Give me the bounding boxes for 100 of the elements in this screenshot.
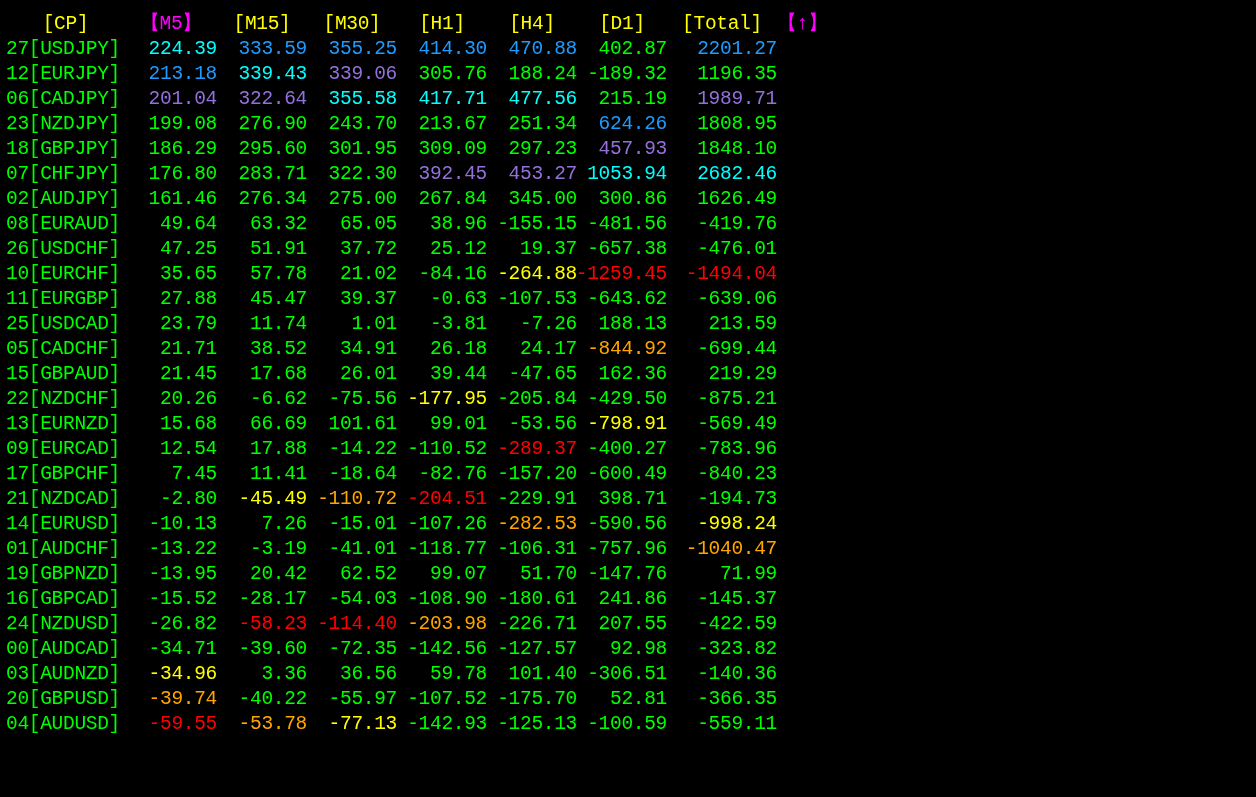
value-cell: 92.98 xyxy=(610,638,667,661)
column-header[interactable]: [M30] xyxy=(323,13,381,36)
value-cell: -107.26 xyxy=(407,513,487,536)
value-cell: -1494.04 xyxy=(685,263,777,286)
value-cell: 66.69 xyxy=(250,413,307,436)
value-cell: 243.70 xyxy=(328,113,397,136)
value-cell: -110.52 xyxy=(407,438,487,461)
value-cell: 339.43 xyxy=(238,63,307,86)
value-cell: -41.01 xyxy=(328,538,397,561)
value-cell: 39.37 xyxy=(340,288,397,311)
value-cell: 309.09 xyxy=(418,138,487,161)
value-cell: -657.38 xyxy=(587,238,667,261)
value-cell: 267.84 xyxy=(418,188,487,211)
value-cell: 1626.49 xyxy=(697,188,777,211)
value-cell: -875.21 xyxy=(697,388,777,411)
value-cell: 188.13 xyxy=(598,313,667,336)
column-header[interactable]: [M15] xyxy=(233,13,291,36)
value-cell: 251.34 xyxy=(508,113,577,136)
value-cell: -203.98 xyxy=(407,613,487,636)
value-cell: -114.40 xyxy=(317,613,397,636)
pair-label: 20[GBPUSD] xyxy=(6,688,121,711)
value-cell: -0.63 xyxy=(430,288,487,311)
value-cell: -15.01 xyxy=(328,513,397,536)
value-cell: -54.03 xyxy=(328,588,397,611)
value-cell: 398.71 xyxy=(598,488,667,511)
value-cell: 12.54 xyxy=(160,438,217,461)
value-cell: -783.96 xyxy=(697,438,777,461)
value-cell: 402.87 xyxy=(598,38,667,61)
value-cell: 1848.10 xyxy=(697,138,777,161)
value-cell: -559.11 xyxy=(697,713,777,736)
value-cell: -39.74 xyxy=(148,688,217,711)
value-cell: -10.13 xyxy=(148,513,217,536)
value-cell: 241.86 xyxy=(598,588,667,611)
value-cell: 392.45 xyxy=(418,163,487,186)
value-cell: 39.44 xyxy=(430,363,487,386)
value-cell: 11.74 xyxy=(250,313,307,336)
value-cell: 355.58 xyxy=(328,88,397,111)
column-header[interactable]: [Total] xyxy=(682,13,762,36)
value-cell: 414.30 xyxy=(418,38,487,61)
value-cell: -306.51 xyxy=(587,663,667,686)
pair-label: 08[EURAUD] xyxy=(6,213,121,236)
pair-label: 24[NZDUSD] xyxy=(6,613,121,636)
value-cell: 19.37 xyxy=(520,238,577,261)
value-cell: 275.00 xyxy=(328,188,397,211)
column-header[interactable]: [H4] xyxy=(509,13,555,36)
value-cell: -75.56 xyxy=(328,388,397,411)
value-cell: -34.96 xyxy=(148,663,217,686)
value-cell: -6.62 xyxy=(250,388,307,411)
value-cell: 63.32 xyxy=(250,213,307,236)
value-cell: 305.76 xyxy=(418,63,487,86)
value-cell: -3.81 xyxy=(430,313,487,336)
value-cell: -106.31 xyxy=(497,538,577,561)
value-cell: 37.72 xyxy=(340,238,397,261)
column-header[interactable]: [D1] xyxy=(599,13,645,36)
value-cell: 35.65 xyxy=(160,263,217,286)
value-cell: 283.71 xyxy=(238,163,307,186)
value-cell: 26.01 xyxy=(340,363,397,386)
value-cell: 24.17 xyxy=(520,338,577,361)
pair-label: 23[NZDJPY] xyxy=(6,113,121,136)
value-cell: -34.71 xyxy=(148,638,217,661)
value-cell: -55.97 xyxy=(328,688,397,711)
pair-label: 02[AUDJPY] xyxy=(6,188,121,211)
value-cell: -481.56 xyxy=(587,213,667,236)
pair-label: 09[EURCAD] xyxy=(6,438,121,461)
value-cell: 1989.71 xyxy=(697,88,777,111)
value-cell: 1808.95 xyxy=(697,113,777,136)
value-cell: 162.36 xyxy=(598,363,667,386)
value-cell: -107.52 xyxy=(407,688,487,711)
column-header[interactable]: [CP] xyxy=(42,13,89,36)
value-cell: 23.79 xyxy=(160,313,217,336)
column-header[interactable]: [H1] xyxy=(419,13,465,36)
value-cell: 45.47 xyxy=(250,288,307,311)
value-cell: 1196.35 xyxy=(697,63,777,86)
value-cell: 417.71 xyxy=(418,88,487,111)
value-cell: 453.27 xyxy=(508,163,577,186)
pair-label: 05[CADCHF] xyxy=(6,338,121,361)
value-cell: 3.36 xyxy=(261,663,307,686)
pair-label: 19[GBPNZD] xyxy=(6,563,121,586)
pair-label: 04[AUDUSD] xyxy=(6,713,121,736)
value-cell: -100.59 xyxy=(587,713,667,736)
value-cell: 276.90 xyxy=(238,113,307,136)
value-cell: -7.26 xyxy=(520,313,577,336)
value-cell: 59.78 xyxy=(430,663,487,686)
value-cell: -429.50 xyxy=(587,388,667,411)
value-cell: 57.78 xyxy=(250,263,307,286)
value-cell: 51.91 xyxy=(250,238,307,261)
value-cell: 2201.27 xyxy=(697,38,777,61)
value-cell: 161.46 xyxy=(148,188,217,211)
value-cell: 176.80 xyxy=(148,163,217,186)
value-cell: -53.78 xyxy=(238,713,307,736)
value-cell: -13.95 xyxy=(148,563,217,586)
value-cell: 7.45 xyxy=(171,463,217,486)
value-cell: -177.95 xyxy=(407,388,487,411)
value-cell: 21.71 xyxy=(160,338,217,361)
value-cell: -13.22 xyxy=(148,538,217,561)
value-cell: 101.40 xyxy=(508,663,577,686)
value-cell: -142.56 xyxy=(407,638,487,661)
value-cell: 339.06 xyxy=(328,63,397,86)
column-header[interactable]: 【M5】 xyxy=(139,13,203,36)
pair-label: 15[GBPAUD] xyxy=(6,363,121,386)
